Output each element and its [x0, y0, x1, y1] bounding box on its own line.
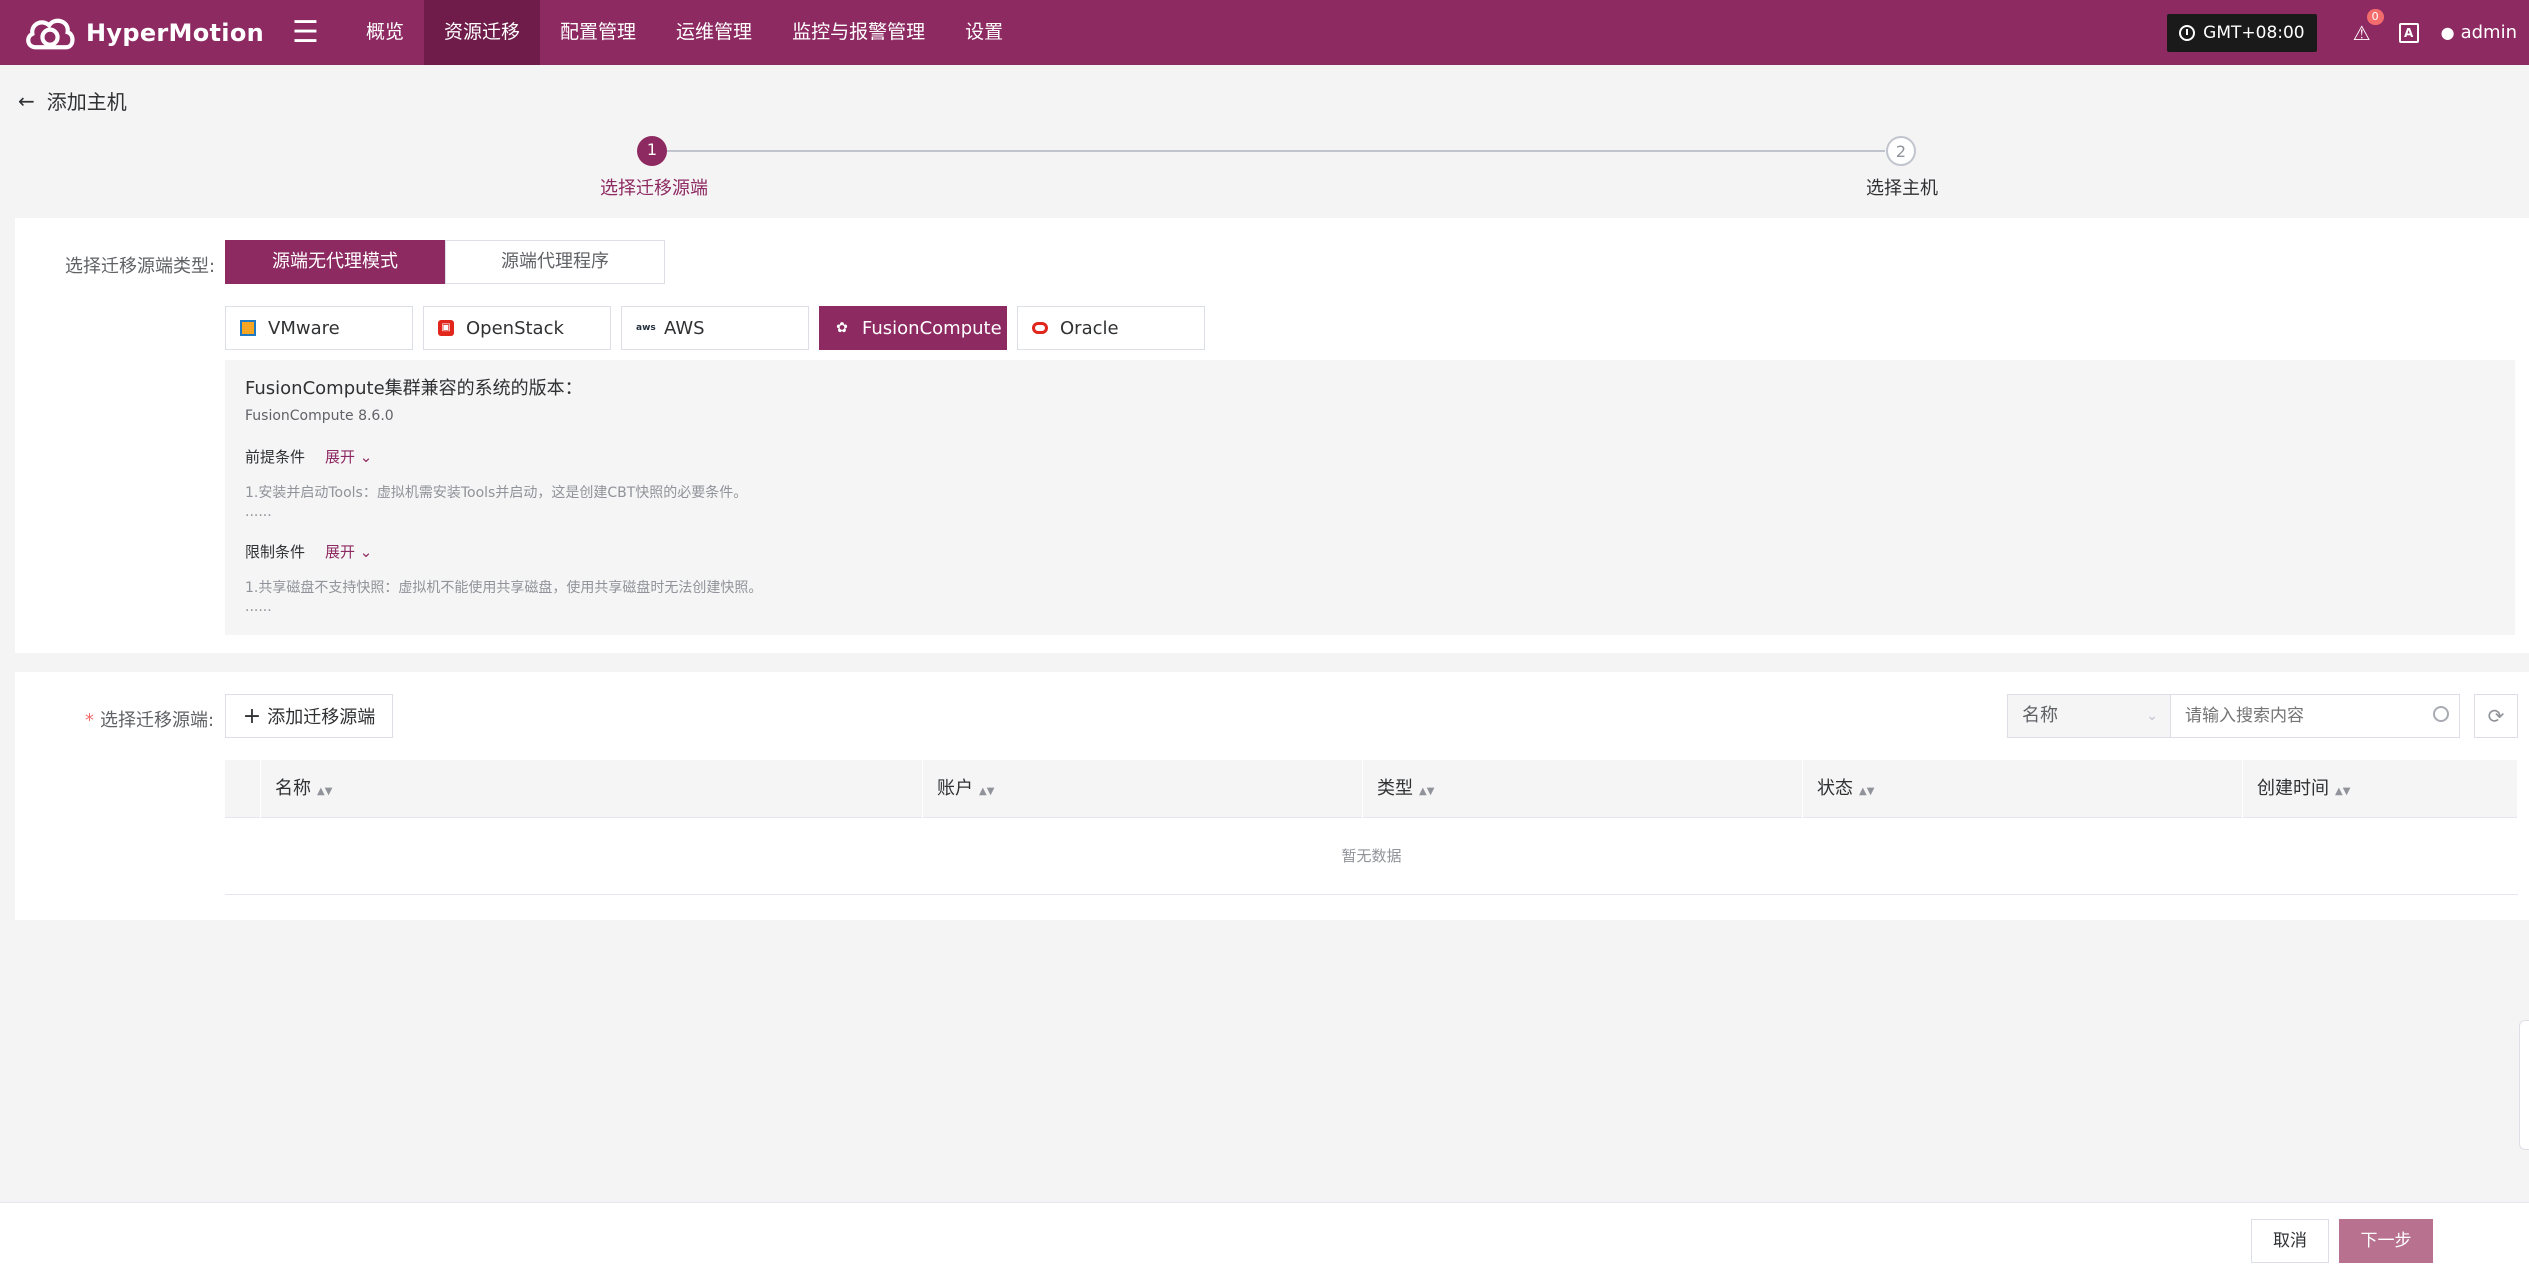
nav-item-overview[interactable]: 概览	[346, 0, 424, 65]
nav-item-settings[interactable]: 设置	[945, 0, 1023, 65]
nav-item-resource-migration[interactable]: 资源迁移	[424, 0, 541, 65]
platform-aws[interactable]: aws AWS	[621, 306, 809, 350]
column-account[interactable]: 账户 ▲▼	[923, 760, 1363, 818]
platform-label: FusionCompute	[862, 317, 1002, 339]
search-field-select[interactable]: 名称 ⌄	[2007, 694, 2171, 738]
nav-item-ops-management[interactable]: 运维管理	[656, 0, 772, 65]
source-table-header: 名称 ▲▼ 账户 ▲▼ 类型 ▲▼ 状态 ▲▼ 创建时间 ▲▼	[225, 760, 2518, 818]
menu-toggle-icon[interactable]: ☰	[292, 15, 332, 50]
column-created-time[interactable]: 创建时间 ▲▼	[2243, 760, 2518, 818]
sort-icon: ▲▼	[1419, 786, 1435, 797]
platform-oracle[interactable]: Oracle	[1017, 306, 1205, 350]
language-icon[interactable]: A	[2398, 22, 2419, 43]
chevron-down-icon: ⌄	[2146, 708, 2158, 724]
next-step-button[interactable]: 下一步	[2339, 1219, 2433, 1263]
app-logo[interactable]: HyperMotion	[24, 10, 264, 56]
sort-icon: ▲▼	[1859, 786, 1875, 797]
oracle-icon	[1032, 322, 1048, 334]
aws-icon: aws	[636, 323, 656, 333]
refresh-button[interactable]: ⟳	[2474, 694, 2518, 738]
plus-icon: +	[242, 703, 262, 729]
limit-text: 1.共享磁盘不支持快照：虚拟机不能使用共享磁盘，使用共享磁盘时无法创建快照。	[245, 580, 763, 596]
timezone-label: GMT+08:00	[2203, 22, 2305, 43]
column-status[interactable]: 状态 ▲▼	[1803, 760, 2243, 818]
prereq-more: ......	[245, 504, 272, 520]
step-connector	[665, 150, 1885, 152]
refresh-icon: ⟳	[2487, 704, 2505, 728]
info-version: FusionCompute 8.6.0	[245, 408, 394, 424]
platform-openstack[interactable]: ▣ OpenStack	[423, 306, 611, 350]
source-type-label: 选择迁移源端类型:	[65, 256, 216, 277]
info-title: FusionCompute集群兼容的系统的版本：	[245, 378, 583, 399]
source-select-card: *选择迁移源端: + 添加迁移源端 名称 ⌄ ⟳ 名称▲▼ 账户▲▼ 类型▲▼ …	[15, 672, 2529, 920]
user-icon: ●	[2440, 23, 2455, 42]
limit-expand-link[interactable]: 展开 ⌄	[325, 541, 372, 562]
column-type[interactable]: 类型 ▲▼	[1363, 760, 1803, 818]
warning-icon: ⚠	[2352, 20, 2371, 45]
platform-label: OpenStack	[466, 317, 564, 339]
step-1-circle: 1	[637, 136, 667, 166]
page-title: 添加主机	[46, 90, 127, 114]
search-field-value: 名称	[2022, 705, 2058, 726]
required-mark: *	[85, 710, 94, 731]
platform-list: VMware ▣ OpenStack aws AWS ✿ FusionCompu…	[225, 306, 1215, 350]
source-type-card: 选择迁移源端类型: 源端无代理模式 源端代理程序 VMware ▣ OpenSt…	[15, 218, 2529, 653]
alert-bell[interactable]: ⚠ 0	[2352, 8, 2384, 45]
footer-actions: 取消 下一步	[0, 1202, 2529, 1269]
timezone-display[interactable]: GMT+08:00	[2167, 13, 2317, 52]
platform-vmware[interactable]: VMware	[225, 306, 413, 350]
step-1-label: 选择迁移源端	[600, 178, 708, 199]
mode-agentless-button[interactable]: 源端无代理模式	[225, 240, 445, 284]
chevron-down-icon: ⌄	[359, 448, 373, 466]
clock-icon	[2179, 24, 2196, 41]
add-source-label: 添加迁移源端	[267, 707, 376, 728]
openstack-icon: ▣	[438, 320, 454, 336]
limit-more: ......	[245, 599, 272, 615]
alert-count-badge: 0	[2366, 8, 2384, 25]
topbar-right: GMT+08:00 ⚠ 0 A ● admin	[2167, 8, 2517, 52]
platform-fusioncompute[interactable]: ✿ FusionCompute	[819, 306, 1007, 350]
main-nav: 概览 资源迁移 配置管理 运维管理 监控与报警管理 设置	[346, 0, 1023, 65]
sort-icon: ▲▼	[317, 786, 333, 797]
mode-agent-button[interactable]: 源端代理程序	[445, 240, 665, 284]
wizard-steps: 1 2 选择迁移源端 选择主机	[0, 132, 2529, 202]
side-drawer-handle[interactable]	[2519, 1020, 2529, 1150]
prereq-heading: 前提条件	[245, 448, 306, 466]
select-column	[225, 760, 261, 818]
user-menu[interactable]: ● admin	[2441, 22, 2517, 43]
back-arrow-icon[interactable]: ←	[18, 89, 35, 113]
add-source-button[interactable]: + 添加迁移源端	[225, 694, 393, 738]
platform-label: Oracle	[1060, 317, 1119, 339]
platform-label: AWS	[664, 317, 705, 339]
nav-item-config-management[interactable]: 配置管理	[540, 0, 656, 65]
page-header: ← 添加主机	[18, 86, 127, 115]
cancel-button[interactable]: 取消	[2251, 1219, 2329, 1263]
source-select-label: * 选择迁移源端:	[85, 710, 215, 731]
step-2-label: 选择主机	[1866, 178, 1938, 199]
vmware-icon	[240, 320, 256, 336]
app-name: HyperMotion	[86, 18, 264, 47]
huawei-icon: ✿	[836, 320, 848, 336]
search-icon[interactable]	[2433, 706, 2449, 722]
compatibility-info-panel: FusionCompute集群兼容的系统的版本： FusionCompute 8…	[225, 360, 2515, 635]
chevron-down-icon: ⌄	[359, 543, 373, 561]
table-empty-state: 暂无数据	[225, 818, 2518, 895]
cloud-logo-icon	[26, 18, 75, 49]
top-navigation-bar: HyperMotion ☰ 概览 资源迁移 配置管理 运维管理 监控与报警管理 …	[0, 0, 2529, 65]
username: admin	[2460, 22, 2517, 43]
sort-icon: ▲▼	[979, 786, 995, 797]
prereq-expand-link[interactable]: 展开 ⌄	[325, 446, 372, 467]
prereq-text: 1.安装并启动Tools：虚拟机需安装Tools并启动，这是创建CBT快照的必要…	[245, 485, 748, 501]
limit-heading: 限制条件	[245, 543, 306, 561]
sort-icon: ▲▼	[2335, 786, 2351, 797]
search-input[interactable]	[2170, 694, 2460, 738]
step-2-circle: 2	[1886, 136, 1916, 166]
nav-item-monitoring-alerts[interactable]: 监控与报警管理	[772, 0, 945, 65]
platform-label: VMware	[268, 317, 340, 339]
mode-toggle-group: 源端无代理模式 源端代理程序	[225, 240, 665, 284]
column-name[interactable]: 名称 ▲▼	[261, 760, 923, 818]
